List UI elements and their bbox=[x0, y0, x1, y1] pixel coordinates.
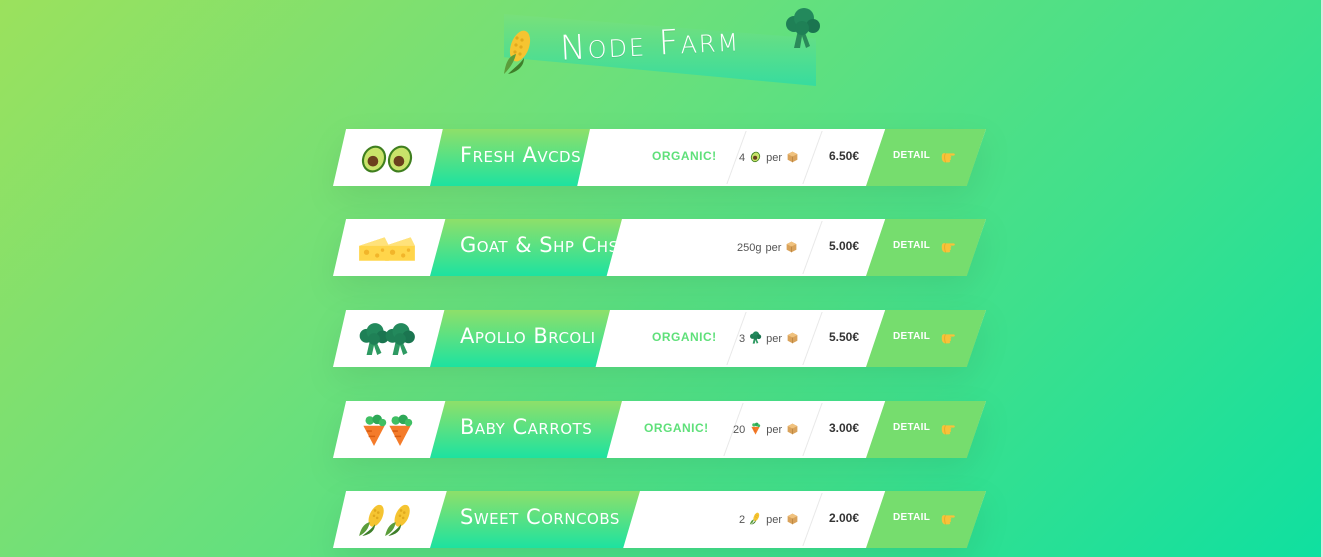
product-quantity: 250g per bbox=[737, 240, 798, 256]
product-price: 5.50€ bbox=[829, 330, 860, 344]
product-name[interactable]: Apollo Brcoli bbox=[460, 324, 596, 348]
product-image bbox=[355, 499, 425, 541]
avocado-icon bbox=[749, 150, 762, 166]
pointing-hand-icon bbox=[940, 148, 958, 170]
product-card: Apollo Brcoli ORGANIC! 3 per 5.50€ DETAIL bbox=[333, 310, 986, 367]
broccoli-icon bbox=[782, 6, 822, 54]
product-price: 6.50€ bbox=[829, 149, 860, 163]
product-quantity: 20 per bbox=[733, 422, 799, 438]
product-name[interactable]: Fresh Avcds bbox=[460, 143, 581, 167]
quantity-value: 20 bbox=[733, 424, 746, 436]
pointing-hand-icon bbox=[940, 238, 958, 260]
carrot-icon bbox=[749, 422, 762, 438]
detail-button[interactable]: DETAIL bbox=[866, 401, 986, 458]
per-label: per bbox=[766, 514, 783, 526]
detail-button-label: DETAIL bbox=[893, 512, 931, 523]
product-name-band: Sweet Corncobs bbox=[430, 491, 640, 548]
product-name[interactable]: Baby Carrots bbox=[460, 415, 592, 439]
product-card: Baby Carrots ORGANIC! 20 per 3.00€ DETAIL bbox=[333, 401, 986, 458]
quantity-value: 250g bbox=[737, 242, 762, 254]
product-image bbox=[355, 318, 425, 360]
corn-icon bbox=[502, 28, 536, 80]
detail-button[interactable]: DETAIL bbox=[866, 491, 986, 548]
detail-button[interactable]: DETAIL bbox=[866, 310, 986, 367]
product-card: Sweet Corncobs 2 per 2.00€ DETAIL bbox=[333, 491, 986, 548]
organic-badge: ORGANIC! bbox=[644, 421, 709, 435]
product-quantity: 4 per bbox=[739, 150, 799, 166]
corn-icon bbox=[749, 512, 762, 528]
per-label: per bbox=[766, 424, 783, 436]
quantity-value: 3 bbox=[739, 333, 746, 345]
page-header: Node Farm bbox=[502, 8, 820, 86]
avocado-icon bbox=[383, 141, 417, 179]
product-price: 2.00€ bbox=[829, 511, 860, 525]
carrot-icon bbox=[383, 413, 417, 451]
per-label: per bbox=[766, 333, 783, 345]
detail-button[interactable]: DETAIL bbox=[866, 219, 986, 276]
broccoli-icon bbox=[383, 322, 417, 360]
pointing-hand-icon bbox=[940, 420, 958, 442]
detail-button-label: DETAIL bbox=[893, 240, 931, 251]
product-quantity: 2 per bbox=[739, 512, 799, 528]
box-icon bbox=[785, 240, 798, 256]
product-name-band: Fresh Avcds bbox=[430, 129, 590, 186]
product-price: 3.00€ bbox=[829, 421, 860, 435]
product-card: Fresh Avcds ORGANIC! 4 per 6.50€ DETAIL bbox=[333, 129, 986, 186]
quantity-value: 2 bbox=[739, 514, 746, 526]
product-price: 5.00€ bbox=[829, 239, 860, 253]
product-name-band: Goat & Shp Chs bbox=[430, 219, 622, 276]
product-card: Goat & Shp Chs 250g per 5.00€ DETAIL bbox=[333, 219, 986, 276]
detail-button-label: DETAIL bbox=[893, 331, 931, 342]
box-icon bbox=[786, 150, 799, 166]
box-icon bbox=[786, 512, 799, 528]
quantity-value: 4 bbox=[739, 152, 746, 164]
product-image bbox=[355, 137, 425, 179]
organic-badge: ORGANIC! bbox=[652, 330, 717, 344]
detail-button-label: DETAIL bbox=[893, 150, 931, 161]
pointing-hand-icon bbox=[940, 329, 958, 351]
product-name[interactable]: Goat & Shp Chs bbox=[460, 233, 619, 257]
broccoli-icon bbox=[749, 331, 762, 347]
pointing-hand-icon bbox=[940, 510, 958, 532]
box-icon bbox=[786, 422, 799, 438]
per-label: per bbox=[766, 152, 783, 164]
organic-badge: ORGANIC! bbox=[652, 149, 717, 163]
product-name[interactable]: Sweet Corncobs bbox=[460, 505, 620, 529]
per-label: per bbox=[765, 242, 782, 254]
detail-button-label: DETAIL bbox=[893, 422, 931, 433]
detail-button[interactable]: DETAIL bbox=[866, 129, 986, 186]
product-quantity: 3 per bbox=[739, 331, 799, 347]
corn-icon bbox=[383, 503, 417, 541]
cheese-icon bbox=[383, 231, 417, 269]
product-image bbox=[355, 227, 425, 269]
product-image bbox=[355, 409, 425, 451]
product-name-band: Apollo Brcoli bbox=[430, 310, 610, 367]
box-icon bbox=[786, 331, 799, 347]
product-name-band: Baby Carrots bbox=[430, 401, 622, 458]
